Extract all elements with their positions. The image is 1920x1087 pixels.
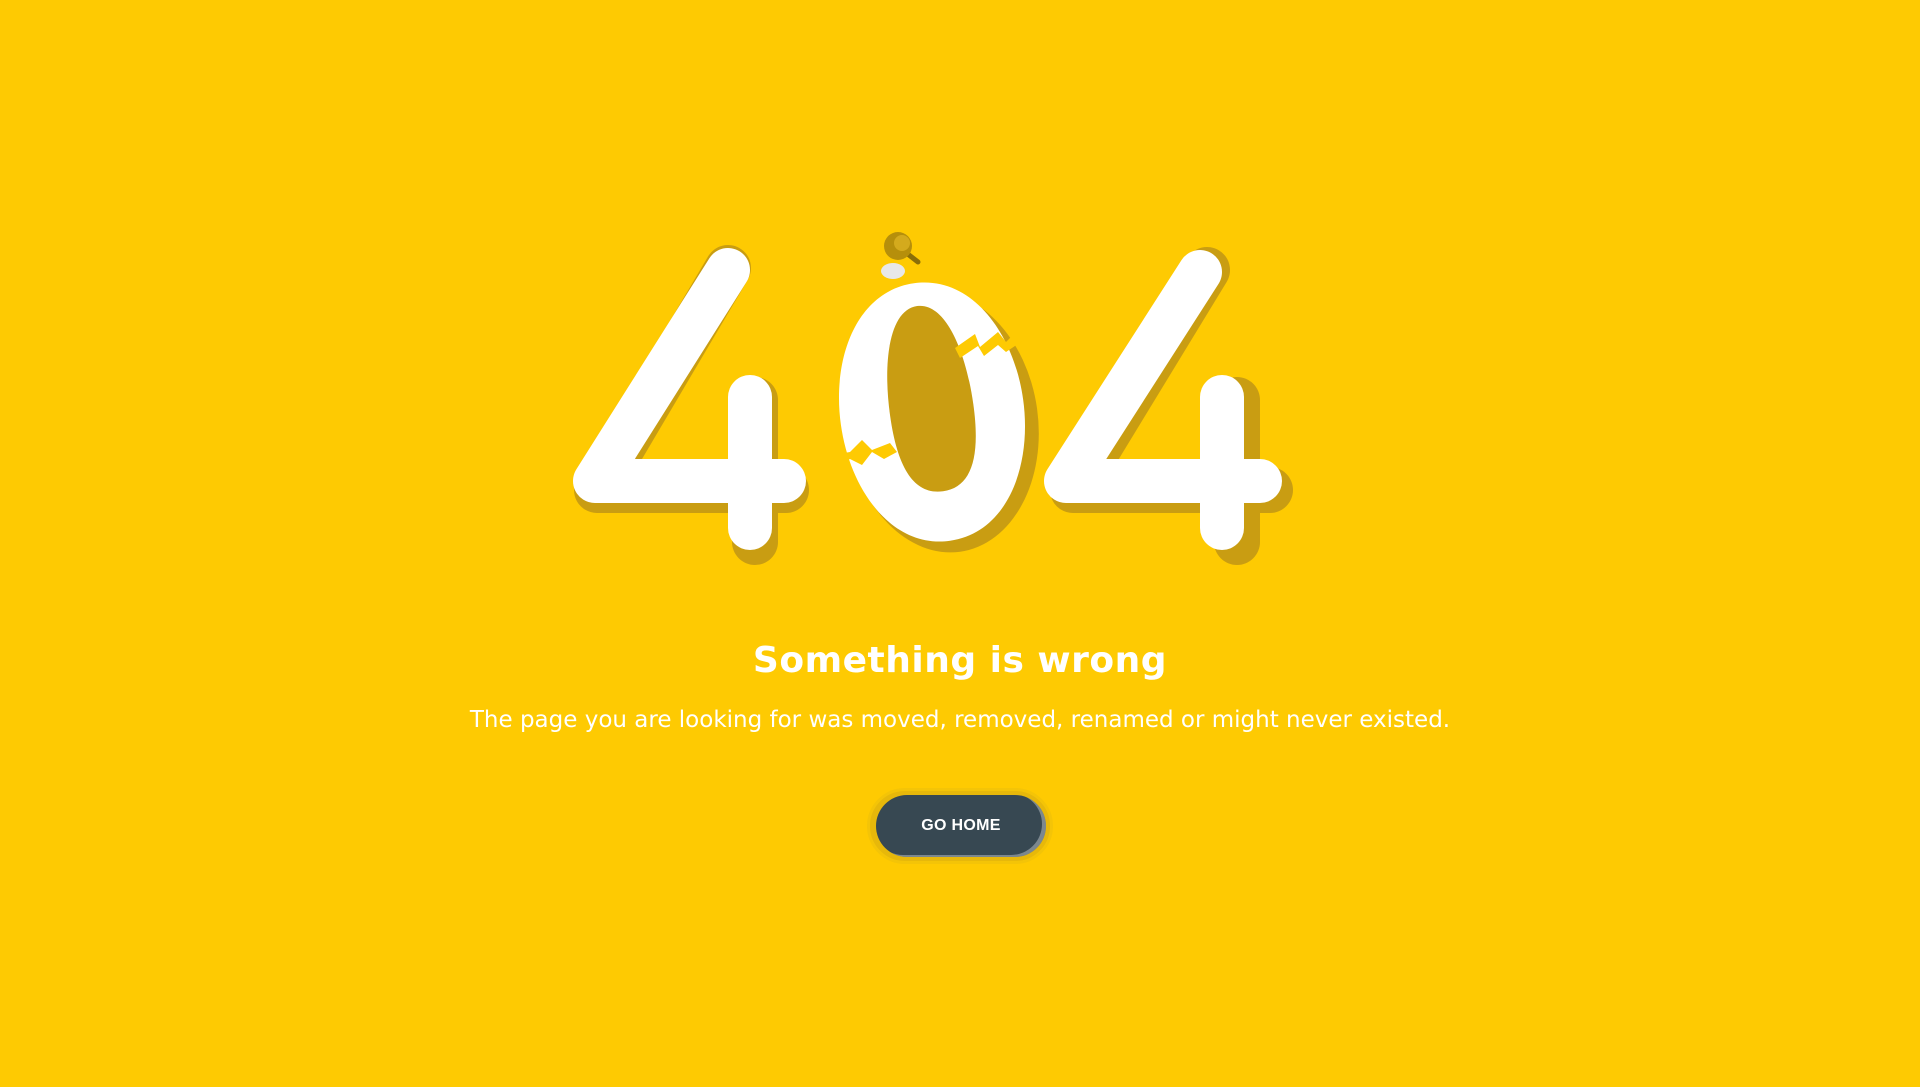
- error-404-illustration: [573, 232, 1293, 565]
- pin-icon: [881, 232, 921, 279]
- error-title: Something is wrong: [752, 640, 1168, 681]
- error-message: The page you are looking for was moved, …: [469, 707, 1451, 733]
- digit-four-right: [1044, 250, 1282, 550]
- error-page: Something is wrong The page you are look…: [0, 0, 1920, 1087]
- go-home-button[interactable]: GO HOME: [876, 795, 1046, 857]
- digit-four-left: [573, 248, 806, 550]
